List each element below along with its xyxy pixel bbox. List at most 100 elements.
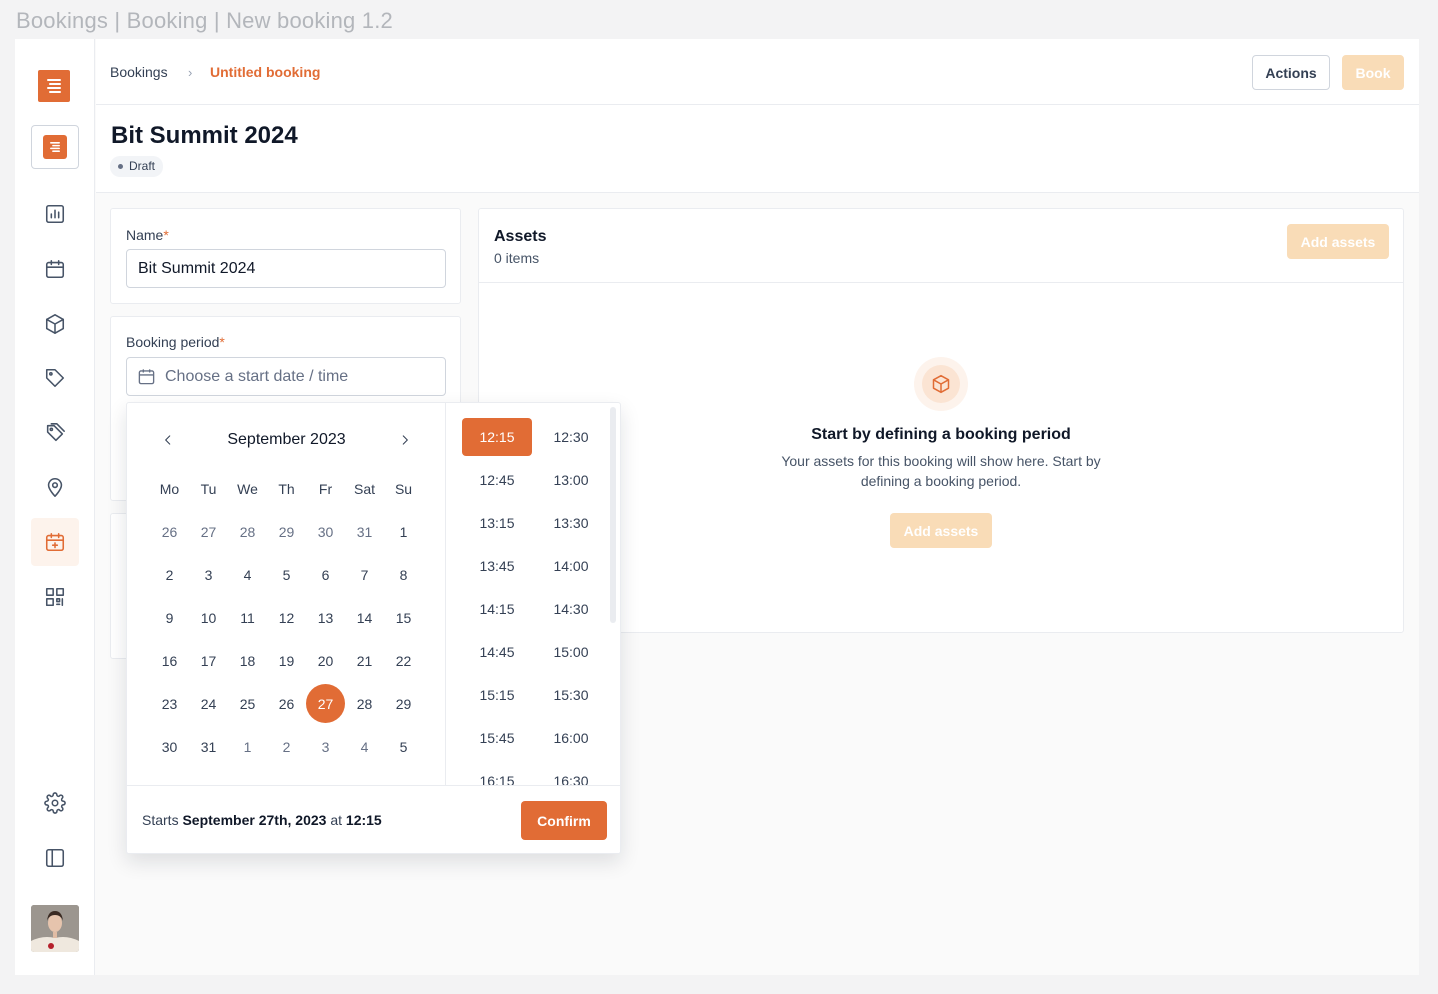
calendar-day[interactable]: 26 <box>267 684 306 723</box>
assets-title: Assets <box>494 228 547 245</box>
datetime-picker-popover: September 2023 Mo Tu We Th Fr Sat Su 26 27 28 29 3… <box>126 402 621 854</box>
time-slot[interactable]: 14:45 <box>462 633 532 671</box>
weekday-label: Mo <box>159 481 180 497</box>
name-input[interactable]: Bit Summit 2024 <box>126 249 446 288</box>
calendar-day[interactable]: 7 <box>345 555 384 594</box>
breadcrumb-current: Untitled booking <box>210 64 321 80</box>
time-slot[interactable]: 12:30 <box>536 418 606 456</box>
weekday-label: Th <box>278 481 295 497</box>
calendar-day[interactable]: 18 <box>228 641 267 680</box>
calendar-day[interactable]: 29 <box>267 512 306 551</box>
calendar-day[interactable]: 3 <box>189 555 228 594</box>
calendar-day[interactable]: 5 <box>267 555 306 594</box>
calendar-day[interactable]: 3 <box>306 727 345 766</box>
window-title: Bookings | Booking | New booking 1.2 <box>16 8 393 33</box>
calendar-day[interactable]: 31 <box>189 727 228 766</box>
name-label: Name* <box>126 227 169 243</box>
location-icon[interactable] <box>31 463 79 511</box>
calendar-day[interactable]: 17 <box>189 641 228 680</box>
calendar-day[interactable]: 30 <box>150 727 189 766</box>
tags-icon[interactable] <box>31 409 79 457</box>
calendar-day[interactable]: 24 <box>189 684 228 723</box>
calendar-day[interactable]: 20 <box>306 641 345 680</box>
time-slot[interactable]: 14:00 <box>536 547 606 585</box>
calendar-day[interactable]: 4 <box>228 555 267 594</box>
next-month-button[interactable] <box>395 430 415 450</box>
time-slot[interactable]: 15:15 <box>462 676 532 714</box>
logo-icon[interactable] <box>38 70 70 102</box>
calendar-day[interactable]: 22 <box>384 641 423 680</box>
calendar-day[interactable]: 25 <box>228 684 267 723</box>
calendar-day[interactable]: 27 <box>306 684 345 723</box>
add-assets-empty-button[interactable]: Add assets <box>890 513 992 548</box>
time-slot[interactable]: 15:45 <box>462 719 532 757</box>
calendar-day[interactable]: 1 <box>228 727 267 766</box>
time-slot[interactable]: 16:00 <box>536 719 606 757</box>
time-slot[interactable]: 15:00 <box>536 633 606 671</box>
calendar-day[interactable]: 16 <box>150 641 189 680</box>
calendar-day[interactable]: 10 <box>189 598 228 637</box>
time-slot[interactable]: 13:15 <box>462 504 532 542</box>
settings-icon[interactable] <box>31 779 79 827</box>
time-slot[interactable]: 14:30 <box>536 590 606 628</box>
booking-period-label: Booking period* <box>126 334 225 350</box>
time-slot[interactable]: 12:45 <box>462 461 532 499</box>
calendar-day[interactable]: 14 <box>345 598 384 637</box>
calendar-day[interactable]: 11 <box>228 598 267 637</box>
confirm-button[interactable]: Confirm <box>521 801 607 840</box>
calendar-day[interactable]: 6 <box>306 555 345 594</box>
tag-icon[interactable] <box>31 354 79 402</box>
calendar: September 2023 Mo Tu We Th Fr Sat Su 26 27 28 29 3… <box>127 403 446 785</box>
calendar-day[interactable]: 23 <box>150 684 189 723</box>
calendar-day[interactable]: 4 <box>345 727 384 766</box>
calendar-day[interactable]: 27 <box>189 512 228 551</box>
dashboard-icon[interactable] <box>31 190 79 238</box>
calendar-day[interactable]: 31 <box>345 512 384 551</box>
calendar-day[interactable]: 29 <box>384 684 423 723</box>
assets-divider <box>479 282 1403 283</box>
page-title: Bit Summit 2024 <box>111 122 298 149</box>
time-slot[interactable]: 16:30 <box>536 762 606 785</box>
time-slot[interactable]: 14:15 <box>462 590 532 628</box>
calendar-icon[interactable] <box>31 245 79 293</box>
time-slot[interactable]: 16:15 <box>462 762 532 785</box>
calendar-day[interactable]: 8 <box>384 555 423 594</box>
calendar-day[interactable]: 12 <box>267 598 306 637</box>
calendar-day[interactable]: 28 <box>345 684 384 723</box>
actions-button[interactable]: Actions <box>1252 55 1330 90</box>
calendar-day[interactable]: 28 <box>228 512 267 551</box>
calendar-day[interactable]: 2 <box>267 727 306 766</box>
calendar-day[interactable]: 19 <box>267 641 306 680</box>
collapse-sidebar-icon[interactable] <box>31 834 79 882</box>
weekday-label: Tu <box>200 481 217 497</box>
time-slot[interactable]: 13:30 <box>536 504 606 542</box>
page-header: Bit Summit 2024 Draft <box>96 105 1419 193</box>
name-card: Name* Bit Summit 2024 <box>110 208 461 304</box>
avatar[interactable] <box>31 905 79 952</box>
calendar-day[interactable]: 21 <box>345 641 384 680</box>
calendar-day[interactable]: 13 <box>306 598 345 637</box>
calendar-day[interactable]: 26 <box>150 512 189 551</box>
breadcrumb-bookings[interactable]: Bookings <box>110 64 168 80</box>
calendar-day[interactable]: 1 <box>384 512 423 551</box>
time-slot[interactable]: 13:00 <box>536 461 606 499</box>
qr-code-icon[interactable] <box>31 573 79 621</box>
assets-icon[interactable] <box>31 300 79 348</box>
time-slot[interactable]: 12:15 <box>462 418 532 456</box>
bookings-icon[interactable] <box>31 518 79 566</box>
weekday-label: Sat <box>353 481 375 497</box>
calendar-day[interactable]: 9 <box>150 598 189 637</box>
weekday-label: We <box>237 481 258 497</box>
calendar-day[interactable]: 15 <box>384 598 423 637</box>
calendar-day[interactable]: 30 <box>306 512 345 551</box>
time-slot[interactable]: 13:45 <box>462 547 532 585</box>
time-slot[interactable]: 15:30 <box>536 676 606 714</box>
booking-period-input[interactable]: Choose a start date / time <box>126 357 446 396</box>
calendar-day[interactable]: 5 <box>384 727 423 766</box>
book-button[interactable]: Book <box>1342 55 1404 90</box>
add-assets-button[interactable]: Add assets <box>1287 224 1389 259</box>
time-list-scrollbar[interactable] <box>610 407 616 623</box>
empty-state-description: Your assets for this booking will show h… <box>781 453 1101 489</box>
workspace-logo-icon[interactable] <box>31 125 79 169</box>
calendar-day[interactable]: 2 <box>150 555 189 594</box>
